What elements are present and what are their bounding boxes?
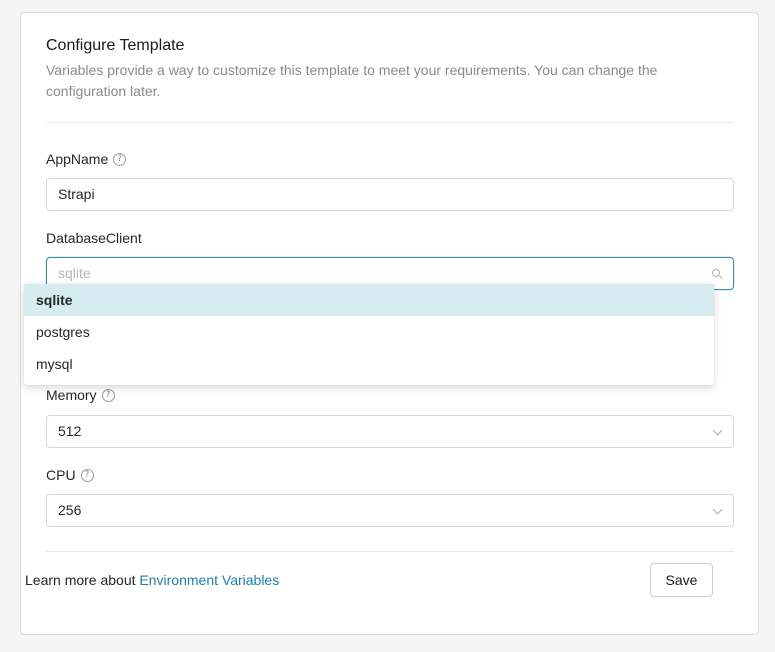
option-mysql[interactable]: mysql <box>24 348 714 380</box>
cpu-label: CPU ? <box>46 467 94 483</box>
databaseclient-dropdown: sqlite postgres mysql <box>24 284 714 385</box>
search-icon <box>712 269 720 277</box>
header-divider <box>46 122 734 123</box>
chevron-down-icon <box>712 425 723 436</box>
memory-label: Memory ? <box>46 387 115 403</box>
footer-text: Learn more about <box>25 572 140 588</box>
help-icon[interactable]: ? <box>80 468 94 482</box>
cpu-value: 256 <box>58 502 82 518</box>
memory-select[interactable]: 512 <box>46 415 734 448</box>
help-icon[interactable]: ? <box>101 388 115 402</box>
help-icon[interactable]: ? <box>113 152 127 166</box>
databaseclient-placeholder: sqlite <box>58 265 91 281</box>
chevron-down-icon <box>712 504 723 515</box>
footer-learn-more: Learn more about Environment Variables <box>25 572 279 588</box>
appname-value: Strapi <box>58 186 95 202</box>
cpu-label-text: CPU <box>46 467 76 483</box>
databaseclient-label: DatabaseClient <box>46 230 142 246</box>
save-button[interactable]: Save <box>650 563 713 597</box>
page-description: Variables provide a way to customize thi… <box>46 62 658 99</box>
appname-label: AppName ? <box>46 151 127 167</box>
option-sqlite[interactable]: sqlite <box>24 284 714 316</box>
page-title: Configure Template <box>46 37 185 54</box>
appname-label-text: AppName <box>46 151 109 167</box>
footer-divider <box>46 551 734 552</box>
memory-label-text: Memory <box>46 387 97 403</box>
memory-value: 512 <box>58 423 82 439</box>
cpu-select[interactable]: 256 <box>46 494 734 527</box>
environment-variables-link[interactable]: Environment Variables <box>139 572 279 588</box>
option-postgres[interactable]: postgres <box>24 316 714 348</box>
appname-input[interactable]: Strapi <box>46 178 734 211</box>
databaseclient-label-text: DatabaseClient <box>46 230 142 246</box>
